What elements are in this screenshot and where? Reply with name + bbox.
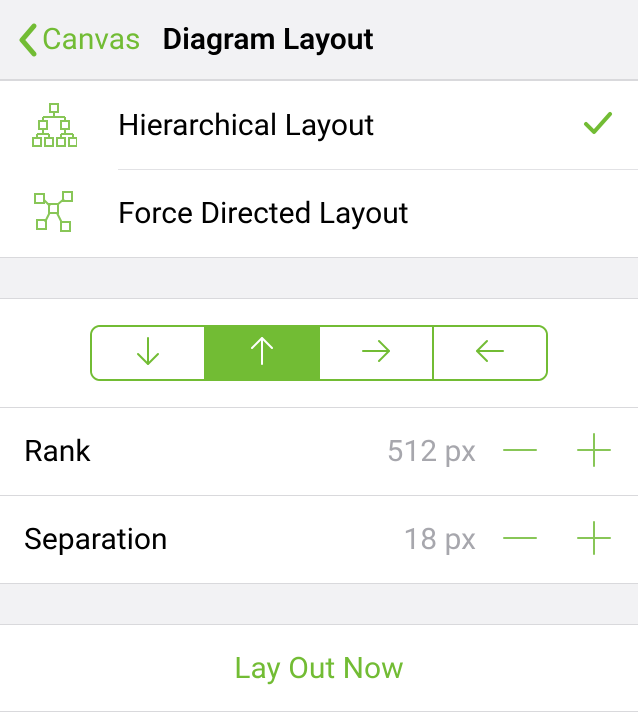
separation-decrement-button[interactable] xyxy=(500,518,540,562)
direction-down[interactable] xyxy=(92,327,204,379)
layout-list: Hierarchical Layout xyxy=(0,80,638,258)
hierarchy-icon xyxy=(24,102,84,148)
lay-out-now-button[interactable]: Lay Out Now xyxy=(0,624,638,712)
separation-stepper xyxy=(500,518,614,562)
rank-stepper xyxy=(500,430,614,474)
rank-increment-button[interactable] xyxy=(574,430,614,474)
chevron-left-icon xyxy=(16,22,38,58)
section-spacer xyxy=(0,258,638,298)
direction-up[interactable] xyxy=(204,327,318,379)
back-label: Canvas xyxy=(42,22,141,57)
arrow-down-icon xyxy=(133,334,163,372)
plus-icon xyxy=(574,430,614,474)
lay-out-now-label: Lay Out Now xyxy=(234,651,403,686)
page-title: Diagram Layout xyxy=(163,22,374,57)
rank-decrement-button[interactable] xyxy=(500,430,540,474)
layout-option-label: Hierarchical Layout xyxy=(118,108,582,143)
minus-icon xyxy=(500,518,540,562)
back-button[interactable]: Canvas xyxy=(16,22,141,58)
network-icon xyxy=(24,190,84,236)
direction-left[interactable] xyxy=(432,327,546,379)
arrow-left-icon xyxy=(473,336,507,370)
separation-increment-button[interactable] xyxy=(574,518,614,562)
separation-label: Separation xyxy=(24,522,403,557)
rank-row: Rank 512 px xyxy=(0,408,638,496)
plus-icon xyxy=(574,518,614,562)
layout-option-force-directed[interactable]: Force Directed Layout xyxy=(0,169,638,257)
layout-option-hierarchical[interactable]: Hierarchical Layout xyxy=(0,81,638,169)
section-spacer xyxy=(0,584,638,624)
layout-option-label: Force Directed Layout xyxy=(118,196,614,231)
minus-icon xyxy=(500,430,540,474)
nav-bar: Canvas Diagram Layout xyxy=(0,0,638,80)
separation-value: 18 px xyxy=(403,522,476,557)
direction-section xyxy=(0,298,638,408)
separation-row: Separation 18 px xyxy=(0,496,638,584)
arrow-up-icon xyxy=(247,334,277,372)
check-icon xyxy=(582,107,614,143)
arrow-right-icon xyxy=(359,336,393,370)
rank-label: Rank xyxy=(24,434,386,469)
direction-right[interactable] xyxy=(318,327,432,379)
direction-segmented-control xyxy=(90,325,548,381)
rank-value: 512 px xyxy=(386,434,476,469)
